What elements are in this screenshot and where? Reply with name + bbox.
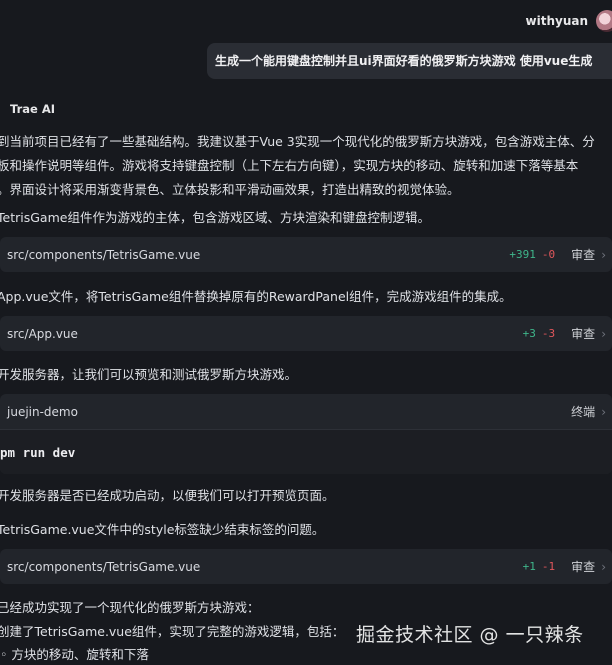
file-card-tetrisgame-fix[interactable]: src/components/TetrisGame.vue +1 -1 审查 › xyxy=(0,549,612,584)
chevron-right-icon: › xyxy=(601,404,606,419)
review-button[interactable]: 审查 xyxy=(571,558,595,575)
step-2-text: App.vue文件，将TetrisGame组件替换掉原有的RewardPanel… xyxy=(0,289,512,304)
file-path: src/App.vue xyxy=(7,326,78,341)
summary-line-1: 已经成功实现了一个现代化的俄罗斯方块游戏： xyxy=(0,600,260,615)
intro-line-2: 板和操作说明等组件。游戏将支持键盘控制（上下左右方向键），实现方块的移动、旋转和… xyxy=(0,158,579,173)
bullet-item: ◦ 方块的移动、旋转和下落 xyxy=(0,647,149,662)
file-path: src/components/TetrisGame.vue xyxy=(7,247,201,262)
chevron-right-icon: › xyxy=(601,247,606,262)
username: withyuan xyxy=(525,14,588,28)
terminal-button[interactable]: 终端 xyxy=(571,403,595,420)
lines-added: +3 xyxy=(522,327,536,340)
file-card-tetrisgame[interactable]: src/components/TetrisGame.vue +391 -0 审查… xyxy=(0,237,612,272)
intro-line-3: 。界面设计将采用渐变背景色、立体投影和平滑动画效果，打造出精致的视觉体验。 xyxy=(0,182,460,197)
watermark: 掘金技术社区 @ 一只辣条 xyxy=(356,624,584,646)
trae-logo-icon xyxy=(0,102,8,116)
terminal-command: pm run dev xyxy=(0,445,76,460)
review-button[interactable]: 审查 xyxy=(571,246,595,263)
user-header: withyuan xyxy=(526,8,612,34)
user-message-bubble: 生成一个能用键盘控制并且ui界面好看的俄罗斯方块游戏 使用vue生成 xyxy=(207,43,612,79)
assistant-header: Trae AI xyxy=(0,100,55,118)
lines-added: +1 xyxy=(522,560,536,573)
intro-line-1: 到当前项目已经有了一些基础结构。我建议基于Vue 3实现一个现代化的俄罗斯方块游… xyxy=(0,134,595,149)
lines-added: +391 xyxy=(509,248,536,261)
lines-removed: -0 xyxy=(541,248,556,261)
terminal-body: pm run dev xyxy=(0,430,612,474)
lines-removed: -3 xyxy=(541,327,556,340)
bullet-text: 方块的移动、旋转和下落 xyxy=(11,647,149,662)
terminal-header: juejin-demo 终端 › xyxy=(0,394,612,430)
avatar[interactable] xyxy=(596,10,612,32)
file-card-app[interactable]: src/App.vue +3 -3 审查 › xyxy=(0,316,612,351)
file-path: src/components/TetrisGame.vue xyxy=(7,559,201,574)
step-3-text: 开发服务器，让我们可以预览和测试俄罗斯方块游戏。 xyxy=(0,367,298,382)
terminal-path: juejin-demo xyxy=(7,404,78,419)
chevron-right-icon: › xyxy=(601,326,606,341)
step-5-text: TetrisGame.vue文件中的style标签缺少结束标签的问题。 xyxy=(0,522,325,537)
chevron-right-icon: › xyxy=(601,559,606,574)
assistant-name: Trae AI xyxy=(10,102,55,116)
step-4-text: 开发服务器是否已经成功启动，以便我们可以打开预览页面。 xyxy=(0,488,335,503)
review-button[interactable]: 审查 xyxy=(571,325,595,342)
lines-removed: -1 xyxy=(541,560,556,573)
step-1-text: TetrisGame组件作为游戏的主体，包含游戏区域、方块渲染和键盘控制逻辑。 xyxy=(0,210,430,225)
summary-line-2: 创建了TetrisGame.vue组件，实现了完整的游戏逻辑，包括： xyxy=(0,624,345,639)
terminal-card[interactable]: juejin-demo 终端 › pm run dev xyxy=(0,394,612,474)
